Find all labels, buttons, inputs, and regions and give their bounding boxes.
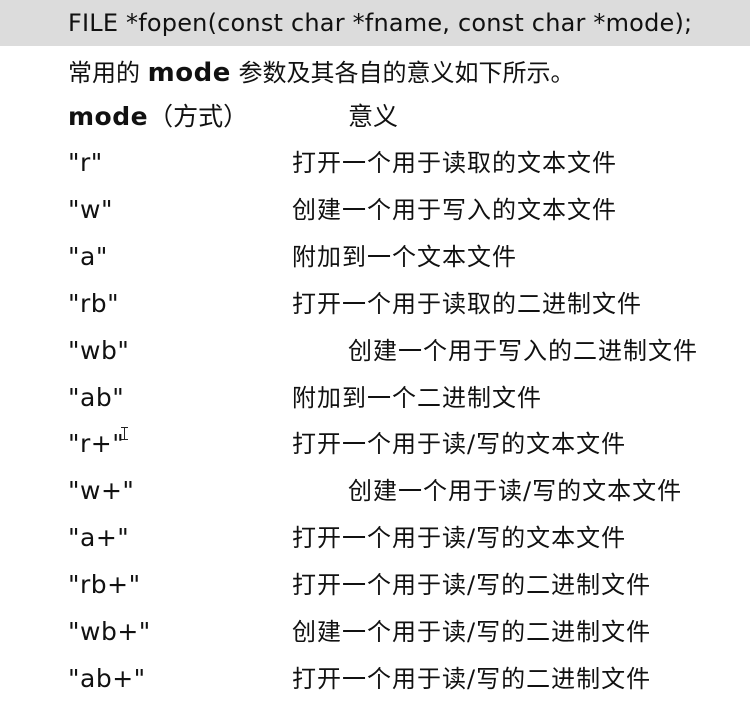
table-row: "ab" 附加到一个二进制文件: [0, 376, 750, 422]
signature-bar: FILE *fopen(const char *fname, const cha…: [0, 0, 750, 46]
table-row: "r" 打开一个用于读取的文本文件: [0, 141, 750, 187]
mode-column-keyword: mode: [68, 102, 149, 131]
mode-meaning: 创建一个用于写入的文本文件: [292, 196, 617, 224]
mode-meaning: 打开一个用于读/写的二进制文件: [292, 665, 652, 693]
mode-value: "r+": [68, 429, 125, 458]
meaning-column-header: 意义: [348, 102, 399, 131]
mode-meaning: 创建一个用于写入的二进制文件: [348, 337, 698, 365]
mode-meaning: 创建一个用于读/写的二进制文件: [292, 618, 652, 646]
mode-meaning: 附加到一个二进制文件: [292, 384, 542, 412]
intro-keyword: mode: [147, 58, 231, 88]
mode-value: "a+": [68, 523, 130, 552]
table-row: "rb" 打开一个用于读取的二进制文件: [0, 282, 750, 328]
mode-meaning: 打开一个用于读取的文本文件: [292, 149, 617, 177]
table-row: "wb" 创建一个用于写入的二进制文件: [0, 329, 750, 375]
mode-meaning: 打开一个用于读/写的二进制文件: [292, 571, 652, 599]
intro-sentence: 常用的 mode 参数及其各自的意义如下所示。: [68, 57, 574, 89]
mode-value: "ab": [68, 383, 125, 412]
mode-value: "w+": [68, 476, 135, 505]
mode-value: "a": [68, 242, 108, 271]
mode-column-header: mode（方式）: [68, 101, 248, 133]
table-row: "r+" 打开一个用于读/写的文本文件: [0, 422, 750, 468]
function-signature: FILE *fopen(const char *fname, const cha…: [68, 9, 693, 37]
table-row: "a+" 打开一个用于读/写的文本文件: [0, 516, 750, 562]
table-row: "w" 创建一个用于写入的文本文件: [0, 188, 750, 234]
table-row: "ab+" 打开一个用于读/写的二进制文件: [0, 657, 750, 703]
table-row: "rb+" 打开一个用于读/写的二进制文件: [0, 563, 750, 609]
mode-value: "wb+": [68, 617, 151, 646]
mode-column-suffix: （方式）: [148, 102, 249, 131]
mode-value: "rb+": [68, 570, 141, 599]
intro-before: 常用的: [68, 59, 140, 87]
mode-value: "r": [68, 148, 103, 177]
mode-meaning: 附加到一个文本文件: [292, 243, 517, 271]
table-row: "w+" 创建一个用于读/写的文本文件: [0, 469, 750, 515]
table-row: "wb+" 创建一个用于读/写的二进制文件: [0, 610, 750, 656]
intro-after: 参数及其各自的意义如下所示。: [238, 59, 575, 87]
mode-meaning: 打开一个用于读取的二进制文件: [292, 290, 642, 318]
mode-meaning: 打开一个用于读/写的文本文件: [292, 524, 627, 552]
mode-value: "wb": [68, 336, 130, 365]
mode-meaning: 打开一个用于读/写的文本文件: [292, 430, 627, 458]
text-cursor-icon: [121, 427, 128, 440]
table-row: "a" 附加到一个文本文件: [0, 235, 750, 281]
mode-value: "w": [68, 195, 113, 224]
mode-value: "ab+": [68, 664, 146, 693]
mode-value: "rb": [68, 289, 120, 318]
mode-meaning: 创建一个用于读/写的文本文件: [348, 477, 683, 505]
